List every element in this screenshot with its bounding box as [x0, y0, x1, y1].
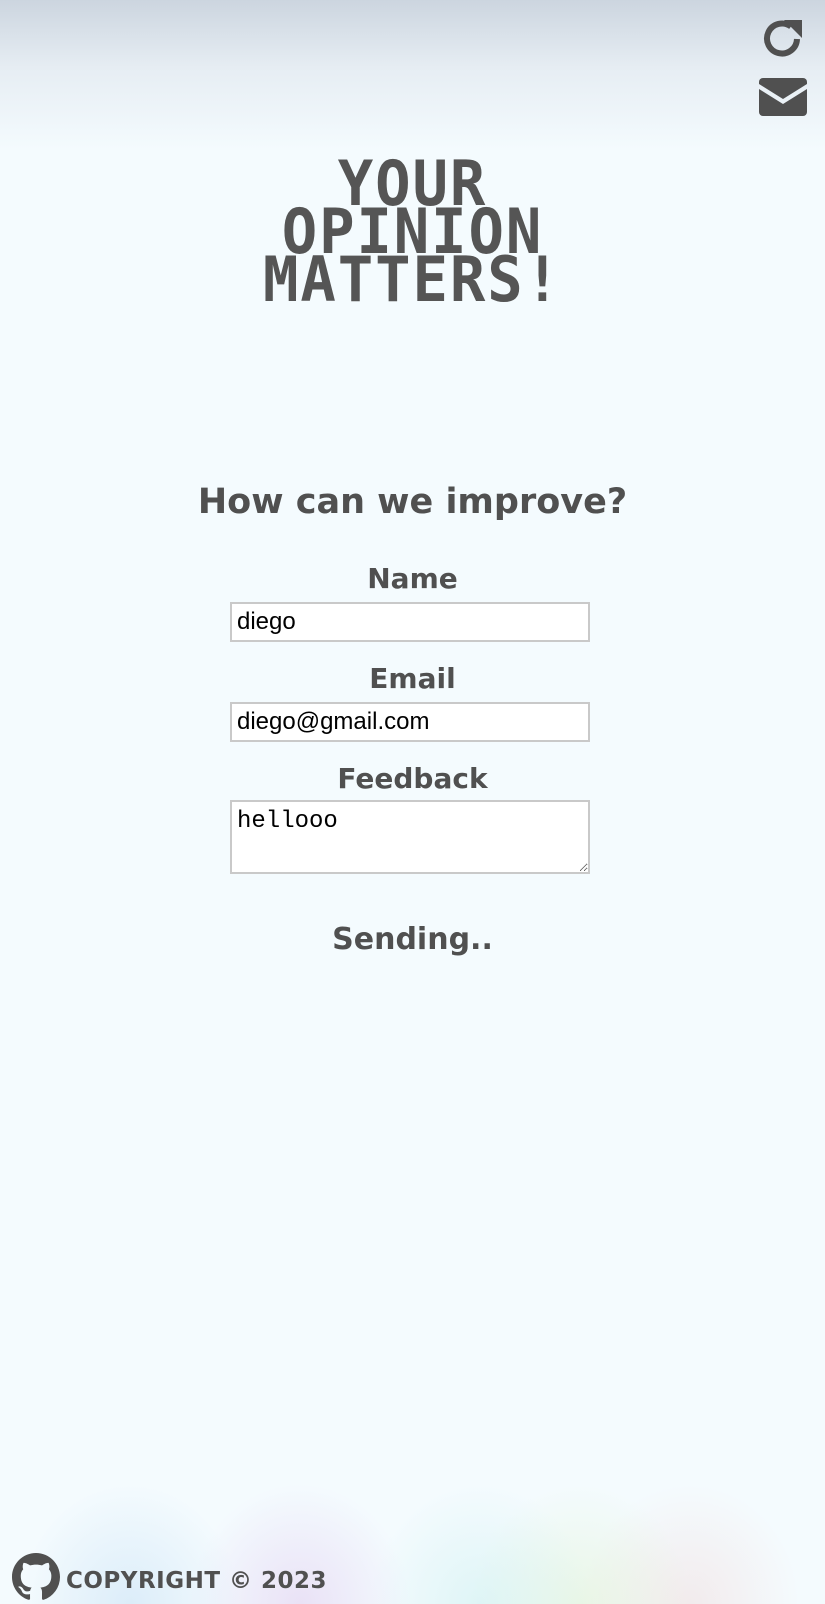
refresh-icon [764, 20, 802, 57]
email-label: Email [369, 662, 456, 695]
hero-line-3: MATTERS! [263, 243, 562, 316]
hero-title: YOUR OPINION MATTERS! [21, 153, 805, 316]
github-link[interactable] [12, 1553, 60, 1601]
name-label: Name [367, 562, 458, 595]
refresh-button[interactable] [757, 16, 809, 64]
sending-status: Sending.. [332, 922, 493, 957]
copyright-text: COPYRIGHT © 2023 [66, 1568, 328, 1594]
header-gradient [0, 0, 825, 150]
mail-icon [759, 78, 807, 116]
mail-button[interactable] [757, 74, 809, 120]
github-icon [12, 1553, 60, 1600]
feedback-textarea[interactable]: hellooo [230, 800, 590, 874]
form-heading: How can we improve? [197, 482, 628, 522]
email-input[interactable] [230, 702, 590, 742]
name-input[interactable] [230, 602, 590, 642]
feedback-label: Feedback [337, 762, 488, 795]
footer: COPYRIGHT © 2023 [12, 1553, 327, 1601]
